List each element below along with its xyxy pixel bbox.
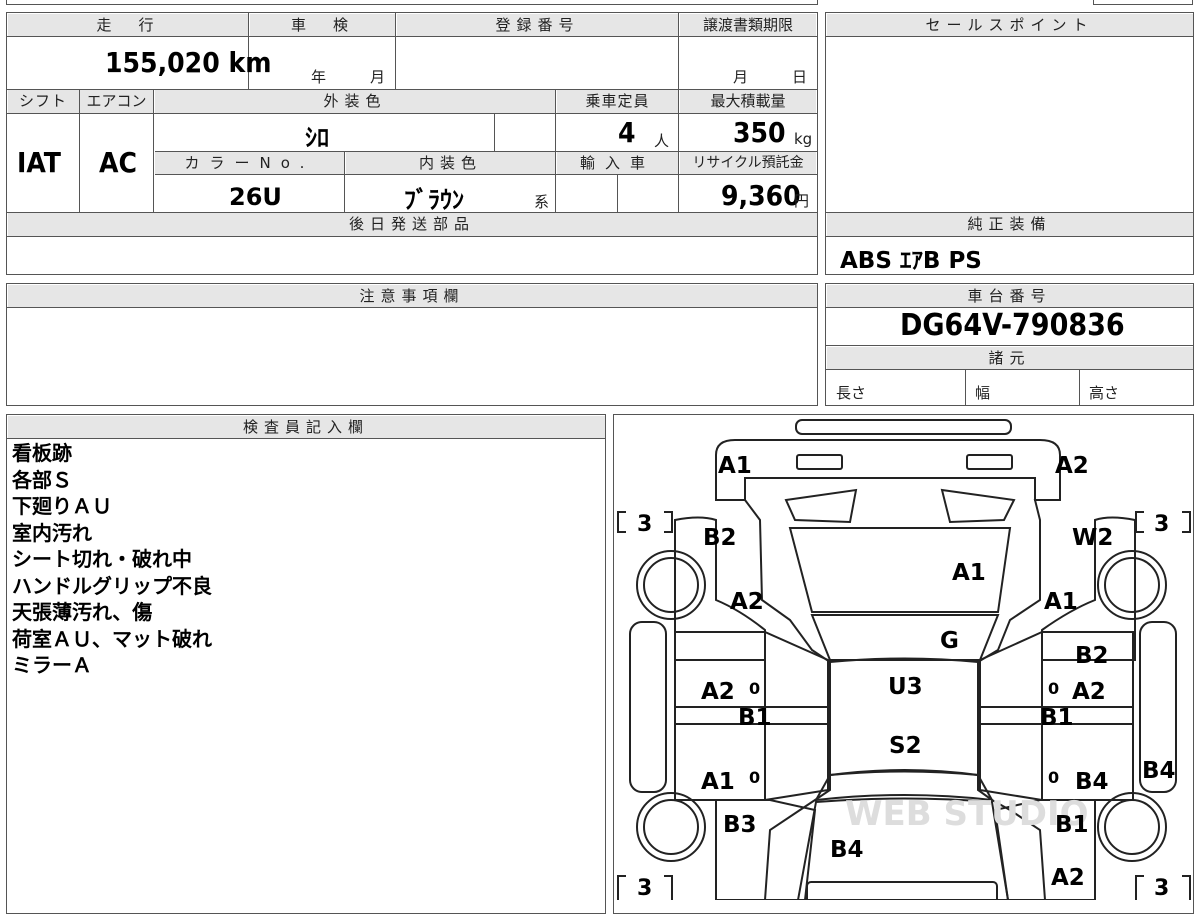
rear-bumper — [806, 881, 998, 900]
mark-right-front-door: A2 — [1072, 679, 1106, 705]
wheel-right-front — [1097, 550, 1167, 620]
mark-rear-roof: S2 — [889, 733, 922, 759]
zero-mark: 0 — [749, 679, 760, 698]
zero-mark: 0 — [1048, 679, 1059, 698]
mark-left-rear-door: A1 — [701, 769, 735, 795]
mark-hood: A1 — [952, 560, 986, 586]
mark-tailgate: B4 — [830, 837, 864, 863]
grille-right — [940, 488, 1016, 524]
left-side-skirt — [629, 621, 667, 793]
mark-left-rocker: B1 — [738, 705, 772, 731]
grille-left — [784, 488, 858, 524]
zero-mark: 0 — [749, 768, 760, 787]
watermark: WEB STUDIO — [845, 794, 1089, 834]
mark-right-rocker: B1 — [1040, 705, 1074, 731]
tire-right-front-label: 3 — [1154, 512, 1169, 537]
headlight-right — [966, 454, 1013, 470]
wheel-left-rear — [636, 792, 706, 862]
mark-right-rear-door: B4 — [1075, 769, 1109, 795]
mark-roof: U3 — [888, 674, 923, 700]
mark-left-rear-quarter: B3 — [723, 812, 757, 838]
mark-left-front-door: A2 — [701, 679, 735, 705]
front-lip — [795, 419, 1012, 435]
right-body-outline — [977, 499, 1060, 900]
car-diagram: WEB STUDIO 3 3 3 3 A1 A2 B2 A2 A1 W2 A1 … — [617, 419, 1191, 900]
mark-right-front-fender: A1 — [1044, 589, 1078, 615]
mark-rear-bumper-right: A2 — [1051, 865, 1085, 891]
mark-left-front-fender: A2 — [730, 589, 764, 615]
mark-left-front-fender-top: B2 — [703, 525, 737, 551]
mark-front-bumper-right: A2 — [1055, 453, 1089, 479]
mark-right-rear-quarter: B1 — [1055, 812, 1089, 838]
wheel-left-front — [636, 550, 706, 620]
mark-right-front-door-top: B2 — [1075, 643, 1109, 669]
mark-front-bumper-left: A1 — [718, 453, 752, 479]
tire-left-front-label: 3 — [637, 512, 652, 537]
tire-right-rear-label: 3 — [1154, 876, 1169, 900]
mark-right-front-fender-top: W2 — [1072, 525, 1113, 551]
tire-left-rear-label: 3 — [637, 876, 652, 900]
mark-windshield: G — [940, 628, 959, 654]
zero-mark: 0 — [1048, 768, 1059, 787]
mark-right-side: B4 — [1142, 758, 1176, 784]
wheel-right-rear — [1097, 792, 1167, 862]
headlight-left — [796, 454, 843, 470]
windshield-outline — [810, 614, 1000, 661]
